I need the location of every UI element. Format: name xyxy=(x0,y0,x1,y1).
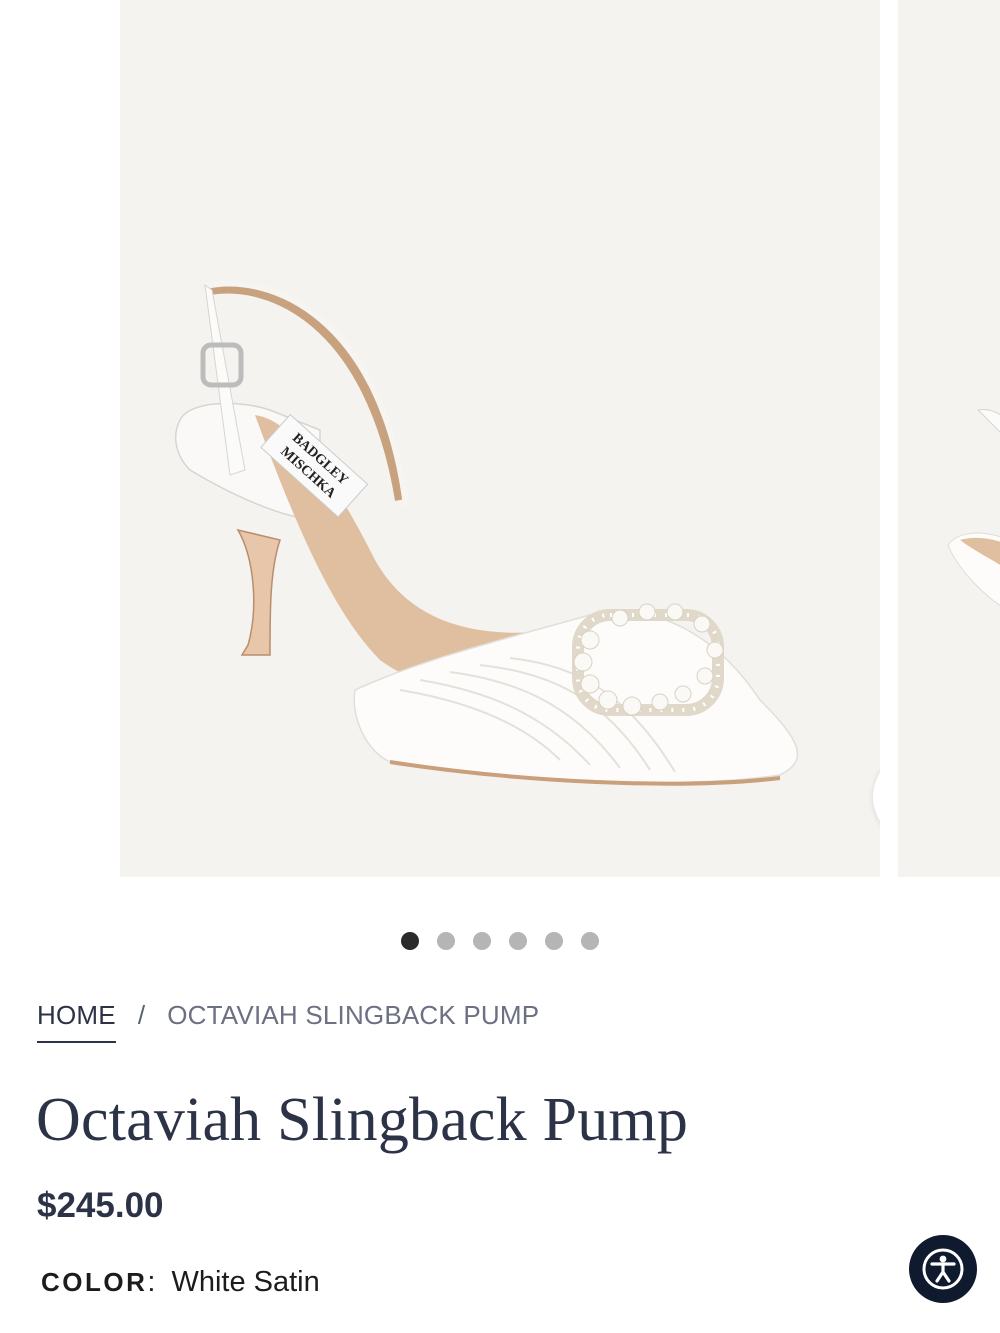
color-colon: : xyxy=(147,1266,156,1298)
accessibility-icon xyxy=(922,1248,964,1290)
pagination-dot-3[interactable] xyxy=(473,932,491,950)
breadcrumb-current: OCTAVIAH SLINGBACK PUMP xyxy=(167,1000,540,1030)
gallery-pagination xyxy=(0,932,1000,950)
product-page: BADGLEY MISCHKA HOME / OCTAVIAH SLINGBAC… xyxy=(0,0,1000,1333)
breadcrumb-home-link[interactable]: HOME xyxy=(37,1000,116,1043)
product-gallery[interactable]: BADGLEY MISCHKA xyxy=(0,0,1000,877)
shoe-illustration: BADGLEY MISCHKA xyxy=(174,280,799,786)
color-label: COLOR xyxy=(41,1267,148,1297)
accessibility-button[interactable] xyxy=(909,1235,977,1303)
color-value: White Satin xyxy=(171,1266,320,1298)
pagination-dot-5[interactable] xyxy=(545,932,563,950)
product-price: $245.00 xyxy=(37,1186,164,1225)
pagination-dot-4[interactable] xyxy=(509,932,527,950)
pagination-dot-1[interactable] xyxy=(401,932,419,950)
next-shoe-preview xyxy=(947,409,1000,606)
next-product-image[interactable] xyxy=(898,0,1000,877)
product-title: Octaviah Slingback Pump xyxy=(36,1086,689,1154)
product-image[interactable]: BADGLEY MISCHKA xyxy=(120,0,880,877)
breadcrumb-separator: / xyxy=(137,1000,146,1030)
pagination-dot-6[interactable] xyxy=(581,932,599,950)
pagination-dot-2[interactable] xyxy=(437,932,455,950)
breadcrumb: HOME / OCTAVIAH SLINGBACK PUMP xyxy=(37,1000,539,1043)
color-selection: COLOR : White Satin xyxy=(41,1266,320,1299)
